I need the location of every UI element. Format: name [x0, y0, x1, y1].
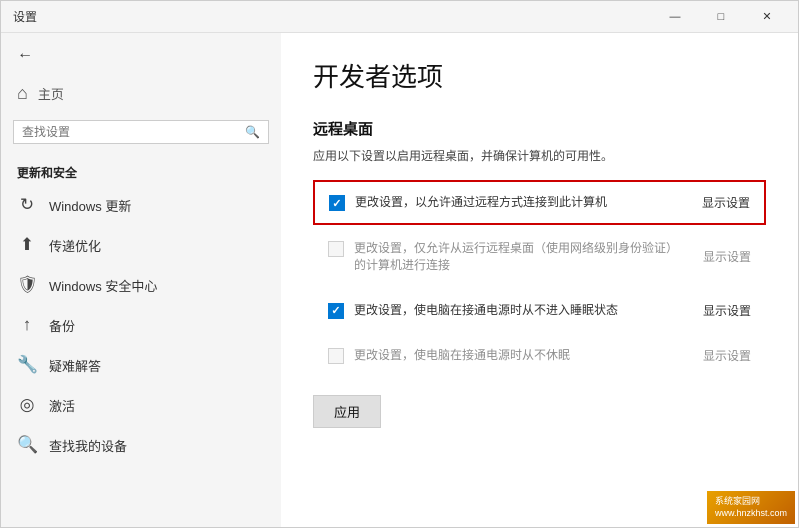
option-1-text: 更改设置，以允许通过远程方式连接到此计算机: [355, 194, 686, 211]
sidebar-item-label: Windows 安全中心: [49, 276, 157, 295]
brand-line1: 系统家园网: [715, 495, 787, 508]
checkbox-3[interactable]: [328, 303, 344, 319]
sidebar-home[interactable]: ⌂ 主页: [1, 75, 281, 116]
option-row-2: 更改设置，仅允许从运行远程桌面（使用网络级别身份验证）的计算机进行连接 显示设置: [313, 227, 766, 287]
search-box: 🔍: [13, 120, 269, 144]
apply-button[interactable]: 应用: [313, 395, 381, 428]
find-device-icon: 🔍: [17, 435, 37, 455]
activation-icon: ◎: [17, 395, 37, 415]
option-row-1[interactable]: 更改设置，以允许通过远程方式连接到此计算机 显示设置: [313, 180, 766, 225]
sidebar-item-backup[interactable]: ↑ 备份: [1, 305, 281, 345]
brand-watermark: 系统家园网 www.hnzkhst.com: [707, 491, 795, 524]
sidebar-item-label: 查找我的设备: [49, 436, 127, 455]
option-row-4: 更改设置，使电脑在接通电源时从不休眠 显示设置: [313, 334, 766, 377]
sidebar-item-windows-security[interactable]: 🛡 Windows 安全中心: [1, 265, 281, 305]
window-title: 设置: [9, 8, 652, 25]
option-2-checkbox-area: 更改设置，仅允许从运行远程桌面（使用网络级别身份验证）的计算机进行连接: [328, 240, 687, 274]
minimize-button[interactable]: —: [652, 1, 698, 33]
sidebar-item-label: Windows 更新: [49, 196, 131, 215]
update-icon: ↻: [17, 195, 37, 215]
option-3-checkbox-area: 更改设置，使电脑在接通电源时从不进入睡眠状态: [328, 302, 687, 319]
sidebar-item-windows-update[interactable]: ↻ Windows 更新: [1, 185, 281, 225]
option-4-link: 显示设置: [703, 347, 751, 364]
option-2-link: 显示设置: [703, 248, 751, 265]
remote-desktop-title: 远程桌面: [313, 118, 766, 139]
sidebar-item-delivery-optimization[interactable]: ⬆ 传递优化: [1, 225, 281, 265]
maximize-button[interactable]: □: [698, 1, 744, 33]
option-4-checkbox-area: 更改设置，使电脑在接通电源时从不休眠: [328, 347, 687, 364]
delivery-icon: ⬆: [17, 235, 37, 255]
checkbox-1[interactable]: [329, 195, 345, 211]
search-icon[interactable]: 🔍: [245, 125, 260, 139]
remote-desktop-desc: 应用以下设置以启用远程桌面，并确保计算机的可用性。: [313, 147, 766, 164]
option-row-3[interactable]: 更改设置，使电脑在接通电源时从不进入睡眠状态 显示设置: [313, 289, 766, 332]
sidebar-item-activation[interactable]: ◎ 激活: [1, 385, 281, 425]
back-button[interactable]: ←: [1, 33, 281, 75]
search-input[interactable]: [22, 125, 245, 139]
sidebar-item-label: 传递优化: [49, 236, 101, 255]
option-1-checkbox-area: 更改设置，以允许通过远程方式连接到此计算机: [329, 194, 686, 211]
settings-window: 设置 — □ ✕ ← ⌂ 主页 🔍 更新和安全 ↻ Windows 更新: [0, 0, 799, 528]
sidebar-item-label: 激活: [49, 396, 75, 415]
sidebar-item-label: 疑难解答: [49, 356, 101, 375]
content-area: ← ⌂ 主页 🔍 更新和安全 ↻ Windows 更新 ⬆ 传递优化 🛡 Win…: [1, 33, 798, 527]
titlebar: 设置 — □ ✕: [1, 1, 798, 33]
sidebar-item-find-device[interactable]: 🔍 查找我的设备: [1, 425, 281, 465]
security-icon: 🛡: [17, 275, 37, 295]
section-label: 更新和安全: [1, 156, 281, 185]
sidebar-item-label: 备份: [49, 316, 75, 335]
back-arrow-icon: ←: [17, 45, 33, 63]
sidebar-item-troubleshoot[interactable]: 🔧 疑难解答: [1, 345, 281, 385]
checkbox-4: [328, 348, 344, 364]
main-panel: 开发者选项 远程桌面 应用以下设置以启用远程桌面，并确保计算机的可用性。 更改设…: [281, 33, 798, 527]
close-button[interactable]: ✕: [744, 1, 790, 33]
page-title: 开发者选项: [313, 57, 766, 94]
option-2-text: 更改设置，仅允许从运行远程桌面（使用网络级别身份验证）的计算机进行连接: [354, 240, 687, 274]
backup-icon: ↑: [17, 315, 37, 335]
option-3-text: 更改设置，使电脑在接通电源时从不进入睡眠状态: [354, 302, 687, 319]
window-controls: — □ ✕: [652, 1, 790, 33]
home-label: 主页: [38, 84, 64, 103]
troubleshoot-icon: 🔧: [17, 355, 37, 375]
home-icon: ⌂: [17, 83, 28, 104]
option-3-link[interactable]: 显示设置: [703, 302, 751, 319]
option-1-link[interactable]: 显示设置: [702, 194, 750, 211]
checkbox-2: [328, 241, 344, 257]
sidebar: ← ⌂ 主页 🔍 更新和安全 ↻ Windows 更新 ⬆ 传递优化 🛡 Win…: [1, 33, 281, 527]
option-4-text: 更改设置，使电脑在接通电源时从不休眠: [354, 347, 687, 364]
brand-line2: www.hnzkhst.com: [715, 507, 787, 520]
